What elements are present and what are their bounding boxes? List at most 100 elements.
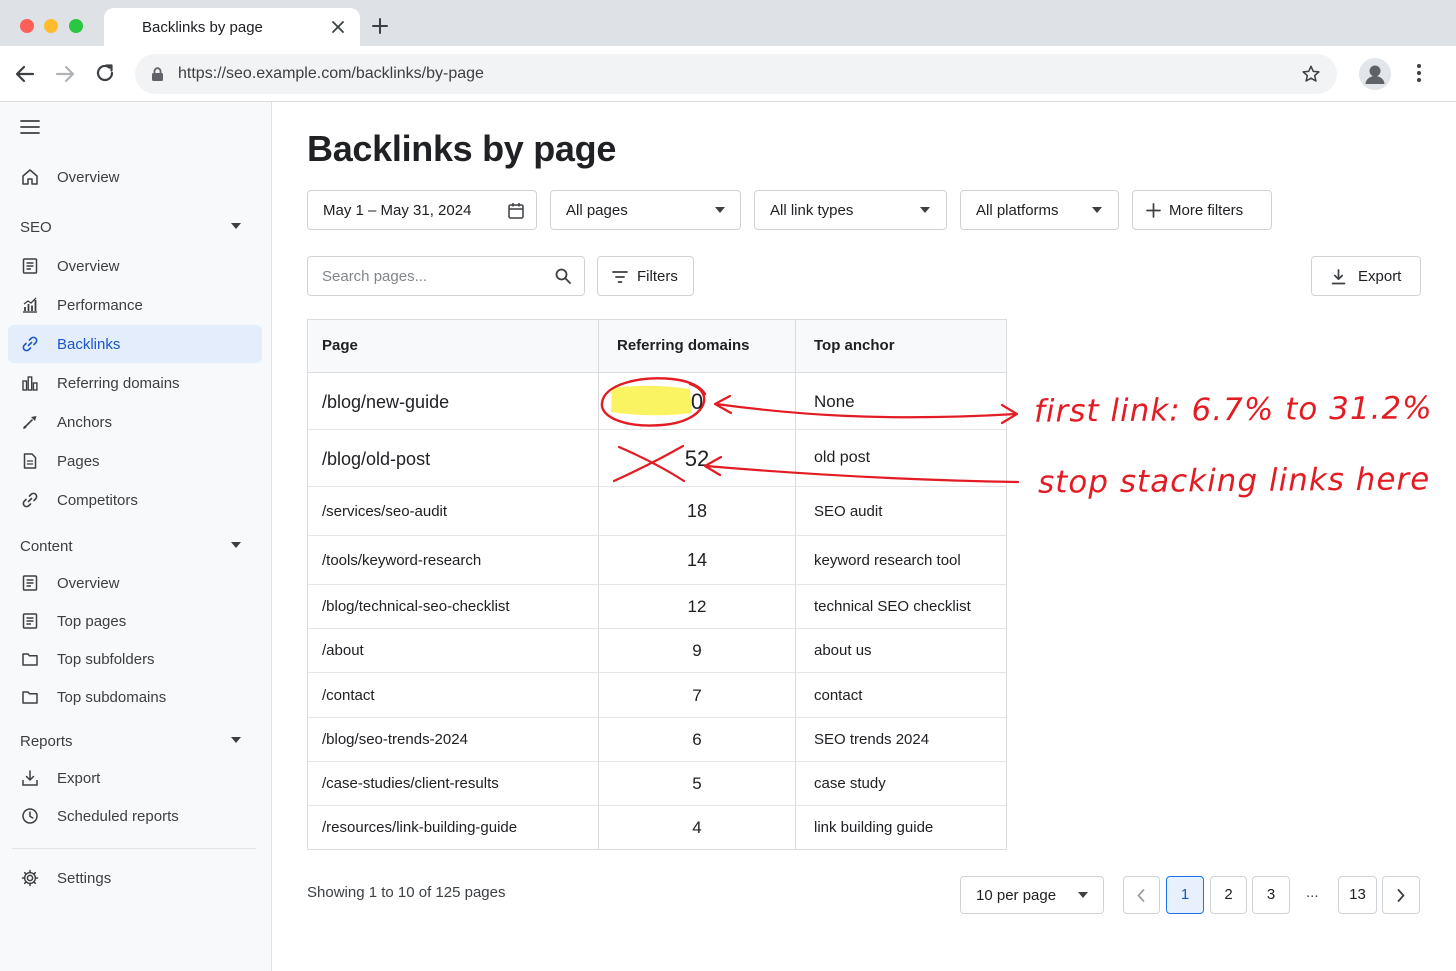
table-row[interactable]: /case-studies/client-results 5 case stud…	[308, 762, 1006, 806]
more-filters-button[interactable]: More filters	[1132, 190, 1272, 230]
hamburger-menu-icon[interactable]	[20, 119, 40, 135]
per-page-value: 10 per page	[976, 887, 1057, 904]
chevron-down-icon	[920, 207, 930, 213]
table-row[interactable]: /services/seo-audit 18 SEO audit	[308, 487, 1006, 536]
download-icon	[1331, 269, 1346, 285]
more-filters-label: More filters	[1169, 202, 1244, 219]
tab-close-icon[interactable]	[330, 19, 346, 35]
page-cell[interactable]: /blog/new-guide	[322, 392, 449, 413]
sidebar-item-export[interactable]: Export	[8, 759, 262, 797]
chevron-down-icon[interactable]	[231, 542, 241, 548]
chevron-down-icon[interactable]	[231, 223, 241, 229]
sidebar-item-referring-domains[interactable]: Referring domains	[8, 364, 262, 402]
sidebar-item-content-overview[interactable]: Overview	[8, 564, 262, 602]
forward-arrow-icon[interactable]	[54, 63, 76, 85]
sidebar-item-competitors[interactable]: Competitors	[8, 481, 262, 519]
date-range-value: May 1 – May 31, 2024	[323, 202, 472, 219]
sidebar-item-anchors[interactable]: Anchors	[8, 403, 262, 441]
referring-domains-cell: 6	[692, 730, 702, 749]
sidebar-item-overview[interactable]: Overview	[8, 158, 262, 196]
page-button-2[interactable]: 2	[1210, 876, 1247, 914]
sidebar-item-top-subfolders[interactable]: Top subfolders	[8, 640, 262, 678]
sidebar-item-top-subdomains[interactable]: Top subdomains	[8, 678, 262, 716]
url-text[interactable]: https://seo.example.com/backlinks/by-pag…	[178, 65, 484, 83]
sidebar-item-label: Overview	[57, 575, 120, 592]
pages-dropdown[interactable]: All pages	[550, 190, 741, 230]
page-title: Backlinks by page	[307, 128, 617, 169]
chevron-down-icon[interactable]	[231, 737, 241, 743]
page-cell[interactable]: /blog/technical-seo-checklist	[322, 598, 510, 615]
page-cell[interactable]: /resources/link-building-guide	[322, 819, 517, 836]
link-types-dropdown[interactable]: All link types	[754, 190, 947, 230]
pagination-ellipsis: ...	[1306, 884, 1319, 901]
page-cell[interactable]: /blog/old-post	[322, 449, 430, 470]
section-header-seo[interactable]: SEO	[20, 219, 52, 236]
window-minimize-button[interactable]	[44, 19, 58, 33]
table-row[interactable]: /tools/keyword-research 14 keyword resea…	[308, 536, 1006, 585]
anchor-cell: about us	[814, 642, 872, 659]
sidebar-item-performance[interactable]: Performance	[8, 286, 262, 324]
page-cell[interactable]: /blog/seo-trends-2024	[322, 731, 468, 748]
platforms-dropdown[interactable]: All platforms	[960, 190, 1119, 230]
back-arrow-icon[interactable]	[14, 63, 36, 85]
bar-chart-icon	[21, 296, 39, 314]
filters-button[interactable]: Filters	[597, 256, 694, 296]
page-button-1[interactable]: 1	[1166, 876, 1204, 914]
referring-domains-cell: 9	[692, 641, 702, 660]
platforms-dropdown-value: All platforms	[976, 202, 1059, 219]
column-header-referring-domains[interactable]: Referring domains	[617, 337, 750, 354]
table-row[interactable]: /blog/technical-seo-checklist 12 technic…	[308, 585, 1006, 629]
window-maximize-button[interactable]	[69, 19, 83, 33]
reload-icon[interactable]	[94, 62, 116, 84]
filters-button-label: Filters	[637, 268, 678, 285]
page-cell[interactable]: /tools/keyword-research	[322, 552, 481, 569]
browser-tab[interactable]: Backlinks by page	[104, 8, 360, 46]
bookmark-star-icon[interactable]	[1301, 64, 1321, 84]
table-row[interactable]: /resources/link-building-guide 4 link bu…	[308, 806, 1006, 849]
sidebar-item-pages[interactable]: Pages	[8, 442, 262, 480]
column-header-top-anchor[interactable]: Top anchor	[814, 337, 895, 354]
sidebar-item-backlinks[interactable]: Backlinks	[8, 325, 262, 363]
table-row[interactable]: /contact 7 contact	[308, 673, 1006, 718]
sidebar-item-label: Performance	[57, 297, 143, 314]
table-row[interactable]: /blog/old-post 52 old post	[308, 430, 1006, 487]
per-page-dropdown[interactable]: 10 per page	[960, 876, 1104, 914]
anchor-cell: contact	[814, 687, 863, 704]
page-cell[interactable]: /contact	[322, 687, 375, 704]
lock-icon[interactable]	[151, 67, 164, 82]
section-header-content[interactable]: Content	[20, 538, 73, 555]
table-header: Page Referring domains Top anchor	[308, 320, 1006, 373]
sidebar-item-label: Settings	[57, 870, 112, 887]
sidebar-item-label: Anchors	[57, 414, 113, 431]
page-button-3[interactable]: 3	[1252, 876, 1290, 914]
table-row[interactable]: /blog/seo-trends-2024 6 SEO trends 2024	[308, 718, 1006, 762]
profile-avatar[interactable]	[1359, 58, 1391, 90]
anchor-cell: link building guide	[814, 819, 934, 836]
page-cell[interactable]: /services/seo-audit	[322, 503, 447, 520]
sidebar-item-seo-overview[interactable]: Overview	[8, 247, 262, 285]
link-types-dropdown-value: All link types	[770, 202, 854, 219]
column-header-page[interactable]: Page	[322, 337, 358, 354]
window-close-button[interactable]	[20, 19, 34, 33]
search-input[interactable]	[307, 256, 585, 296]
page-cell[interactable]: /case-studies/client-results	[322, 775, 499, 792]
export-button[interactable]: Export	[1311, 256, 1421, 296]
anchor-cell: SEO audit	[814, 503, 883, 520]
browser-toolbar: https://seo.example.com/backlinks/by-pag…	[0, 46, 1456, 102]
section-header-reports[interactable]: Reports	[20, 733, 73, 750]
search-icon[interactable]	[555, 268, 571, 284]
document-icon	[21, 612, 39, 630]
page-cell[interactable]: /about	[322, 642, 364, 659]
prev-page-button[interactable]	[1123, 876, 1160, 914]
table-row[interactable]: /about 9 about us	[308, 629, 1006, 673]
sidebar-item-settings[interactable]: Settings	[8, 859, 262, 897]
next-page-button[interactable]	[1382, 876, 1420, 914]
table-row[interactable]: /blog/new-guide 0 None	[308, 373, 1006, 430]
browser-menu-icon[interactable]	[1416, 63, 1422, 83]
new-tab-plus-icon[interactable]	[370, 16, 390, 36]
date-range-picker[interactable]: May 1 – May 31, 2024	[307, 190, 537, 230]
page-button-13[interactable]: 13	[1338, 876, 1377, 914]
address-bar[interactable]: https://seo.example.com/backlinks/by-pag…	[135, 54, 1337, 94]
sidebar-item-scheduled-reports[interactable]: Scheduled reports	[8, 797, 262, 835]
sidebar-item-top-pages[interactable]: Top pages	[8, 602, 262, 640]
